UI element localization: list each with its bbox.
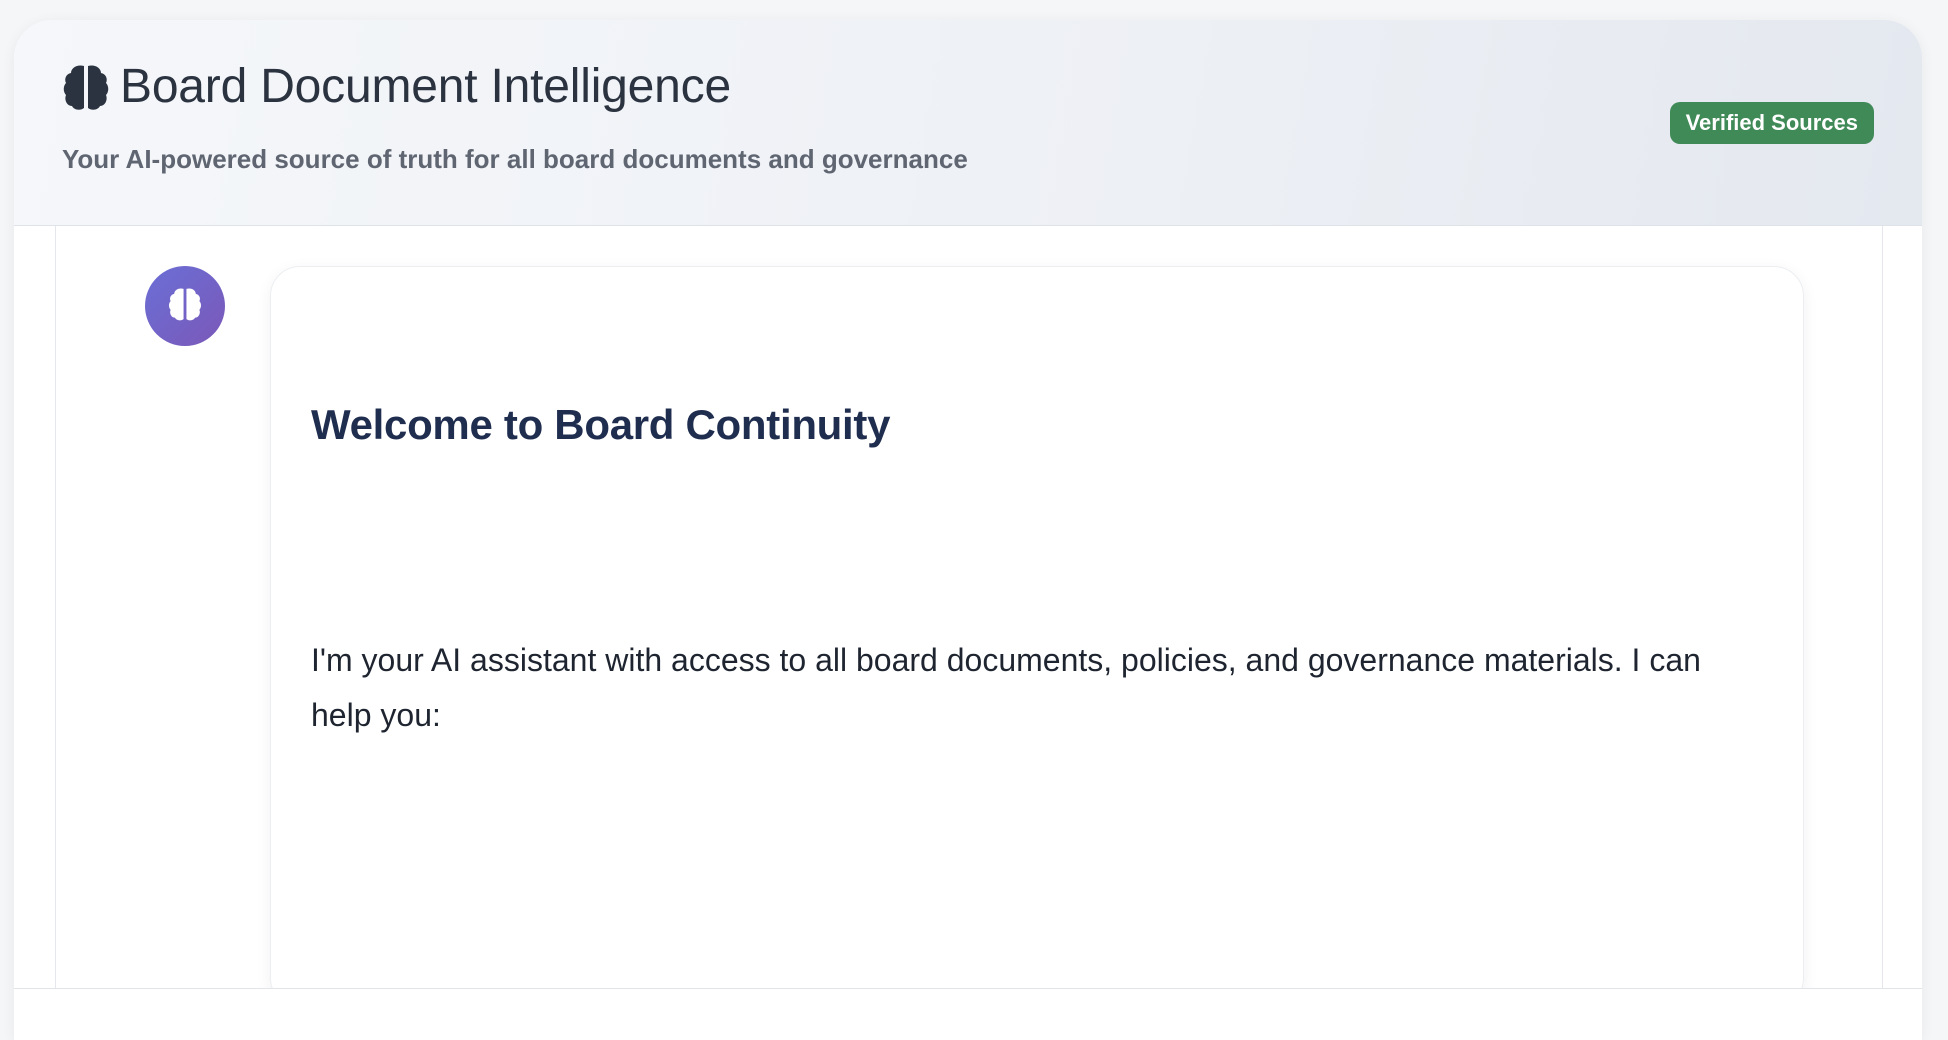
message-body: I'm your AI assistant with access to all… [311, 642, 1701, 733]
app-window: Board Document Intelligence Your AI-powe… [14, 20, 1922, 1040]
assistant-avatar [145, 266, 225, 346]
title-row: Board Document Intelligence [62, 62, 731, 112]
verified-sources-badge: Verified Sources [1669, 102, 1874, 144]
brain-icon [167, 286, 203, 327]
app-subtitle: Your AI-powered source of truth for all … [62, 144, 968, 174]
input-area [14, 988, 1922, 1040]
app-title: Board Document Intelligence [120, 60, 731, 113]
assistant-message-bubble: Welcome to Board Continuity I'm your AI … [270, 266, 1804, 1008]
app-header: Board Document Intelligence Your AI-powe… [14, 20, 1922, 226]
brain-icon [62, 62, 110, 112]
chat-area[interactable]: Welcome to Board Continuity I'm your AI … [55, 226, 1883, 1008]
welcome-heading: Welcome to Board Continuity [311, 401, 891, 448]
